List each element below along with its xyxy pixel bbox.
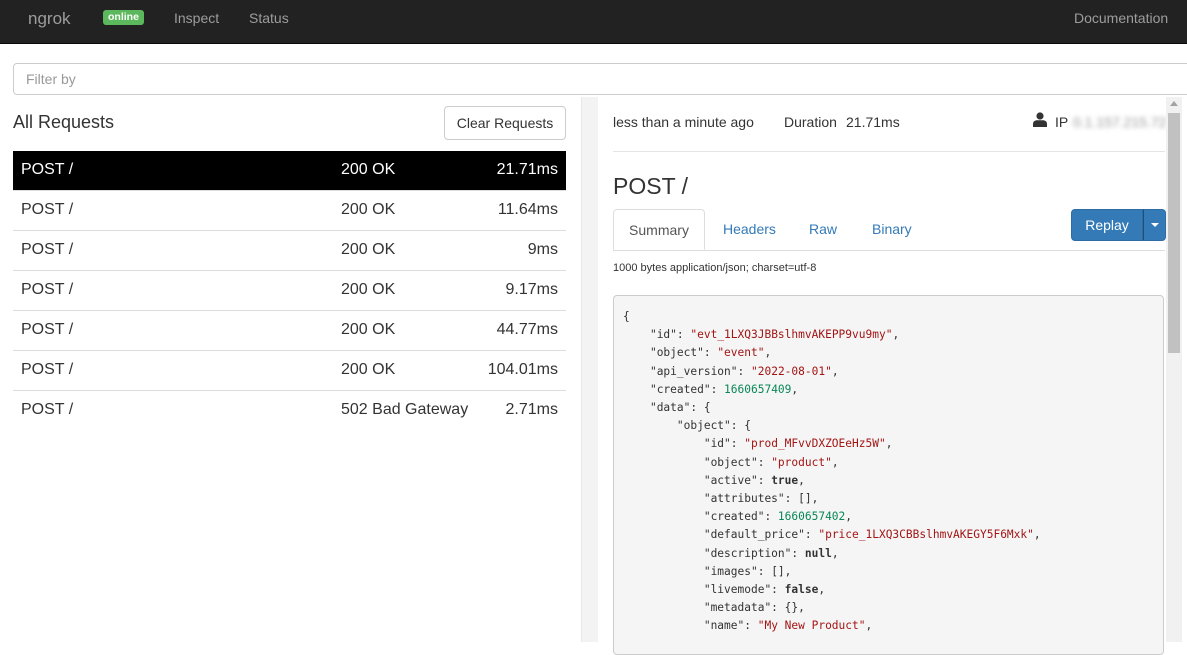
pane-splitter[interactable] [581, 97, 598, 642]
json-line: { [623, 310, 630, 323]
ip-label: IP [1055, 114, 1069, 130]
filter-input[interactable] [13, 63, 1187, 95]
request-status: 200 OK [341, 281, 396, 298]
caret-down-icon [1150, 223, 1159, 227]
request-method: POST / [21, 401, 74, 418]
requests-title: All Requests [13, 112, 115, 132]
content-info: 1000 bytes application/json; charset=utf… [613, 262, 817, 274]
json-line: "object": { [676, 419, 751, 433]
request-duration: 9ms [527, 241, 558, 258]
tab-binary[interactable]: Binary [872, 209, 912, 250]
request-duration: 2.71ms [505, 401, 558, 418]
clear-requests-button[interactable]: Clear Requests [444, 106, 566, 140]
request-method: POST / [21, 321, 74, 338]
duration-label: Duration [784, 114, 837, 130]
nav-link-documentation[interactable]: Documentation [1074, 10, 1168, 26]
json-body: { "id": "evt_1LXQ3JBBslhmvAKEPP9vu9my", … [623, 308, 1041, 636]
nav-link-inspect[interactable]: Inspect [174, 10, 219, 26]
json-line: "object": "product", [703, 455, 839, 469]
request-status: 200 OK [341, 201, 396, 218]
ip-value: 0.1.157.215.72 [1073, 114, 1167, 130]
request-row[interactable]: POST / 200 OK 11.64ms [13, 190, 566, 230]
request-duration: 9.17ms [505, 281, 558, 298]
replay-dropdown-button[interactable] [1143, 209, 1166, 241]
request-status: 200 OK [341, 161, 396, 178]
scroll-up-arrow-icon[interactable] [1170, 101, 1178, 106]
request-method: POST / [21, 201, 74, 218]
request-duration: 44.77ms [496, 321, 558, 338]
scrollbar-thumb[interactable] [1168, 113, 1180, 353]
json-line: "description": null, [703, 546, 839, 560]
json-line: "id": "evt_1LXQ3JBBslhmvAKEPP9vu9my", [649, 328, 900, 342]
scrollbar[interactable] [1166, 97, 1182, 642]
user-icon [1033, 112, 1047, 127]
json-body-panel: { "id": "evt_1LXQ3JBBslhmvAKEPP9vu9my", … [613, 295, 1164, 655]
top-navbar: ngrok online Inspect Status Documentatio… [0, 0, 1187, 44]
nav-link-status[interactable]: Status [249, 10, 289, 26]
json-line: "livemode": false, [703, 583, 826, 597]
json-line: "active": true, [703, 473, 805, 487]
json-line: "attributes": [], [703, 492, 819, 506]
status-badge: online [103, 10, 144, 25]
replay-button[interactable]: Replay [1071, 209, 1143, 241]
brand-logo[interactable]: ngrok [28, 9, 71, 29]
request-status: 502 Bad Gateway [341, 401, 469, 418]
request-method: POST / [21, 361, 74, 378]
divider [613, 151, 1165, 152]
request-row[interactable]: POST / 200 OK 104.01ms [13, 350, 566, 390]
request-title: POST / [613, 173, 688, 199]
request-method: POST / [21, 161, 74, 178]
request-time: less than a minute ago [613, 114, 754, 130]
json-line: "images": [], [703, 564, 792, 578]
json-line: "created": 1660657402, [703, 510, 853, 524]
tab-summary[interactable]: Summary [613, 209, 705, 250]
json-line: "name": "My New Product", [703, 619, 873, 633]
request-row[interactable]: POST / 200 OK 9ms [13, 230, 566, 270]
json-line: "object": "event", [649, 346, 772, 360]
request-method: POST / [21, 241, 74, 258]
tab-raw[interactable]: Raw [809, 209, 837, 250]
request-row[interactable]: POST / 200 OK 9.17ms [13, 270, 566, 310]
request-method: POST / [21, 281, 74, 298]
json-line: "default_price": "price_1LXQ3CBBslhmvAKE… [703, 528, 1041, 542]
json-line: "data": { [649, 401, 711, 415]
request-duration: 21.71ms [496, 161, 558, 178]
tab-headers[interactable]: Headers [723, 209, 776, 250]
json-line: "created": 1660657409, [649, 382, 799, 396]
json-line: "id": "prod_MFvvDXZOEeHz5W", [703, 437, 893, 451]
request-duration: 11.64ms [497, 201, 558, 218]
request-list: POST /200 OK 21.71ms POST /200 OK 11.64ms PO… [13, 151, 566, 430]
request-status: 200 OK [341, 321, 396, 338]
request-status: 200 OK [341, 241, 396, 258]
request-row[interactable]: POST / 502 Bad Gateway 2.71ms [13, 390, 566, 430]
duration-value: 21.71ms [846, 114, 900, 130]
request-status: 200 OK [341, 361, 396, 378]
request-row[interactable]: POST / 200 OK 21.71ms [13, 151, 566, 190]
request-row[interactable]: POST / 200 OK 44.77ms [13, 310, 566, 350]
json-line: "api_version": "2022-08-01", [649, 364, 839, 378]
json-line: "metadata": {}, [703, 601, 805, 615]
request-duration: 104.01ms [487, 361, 558, 378]
